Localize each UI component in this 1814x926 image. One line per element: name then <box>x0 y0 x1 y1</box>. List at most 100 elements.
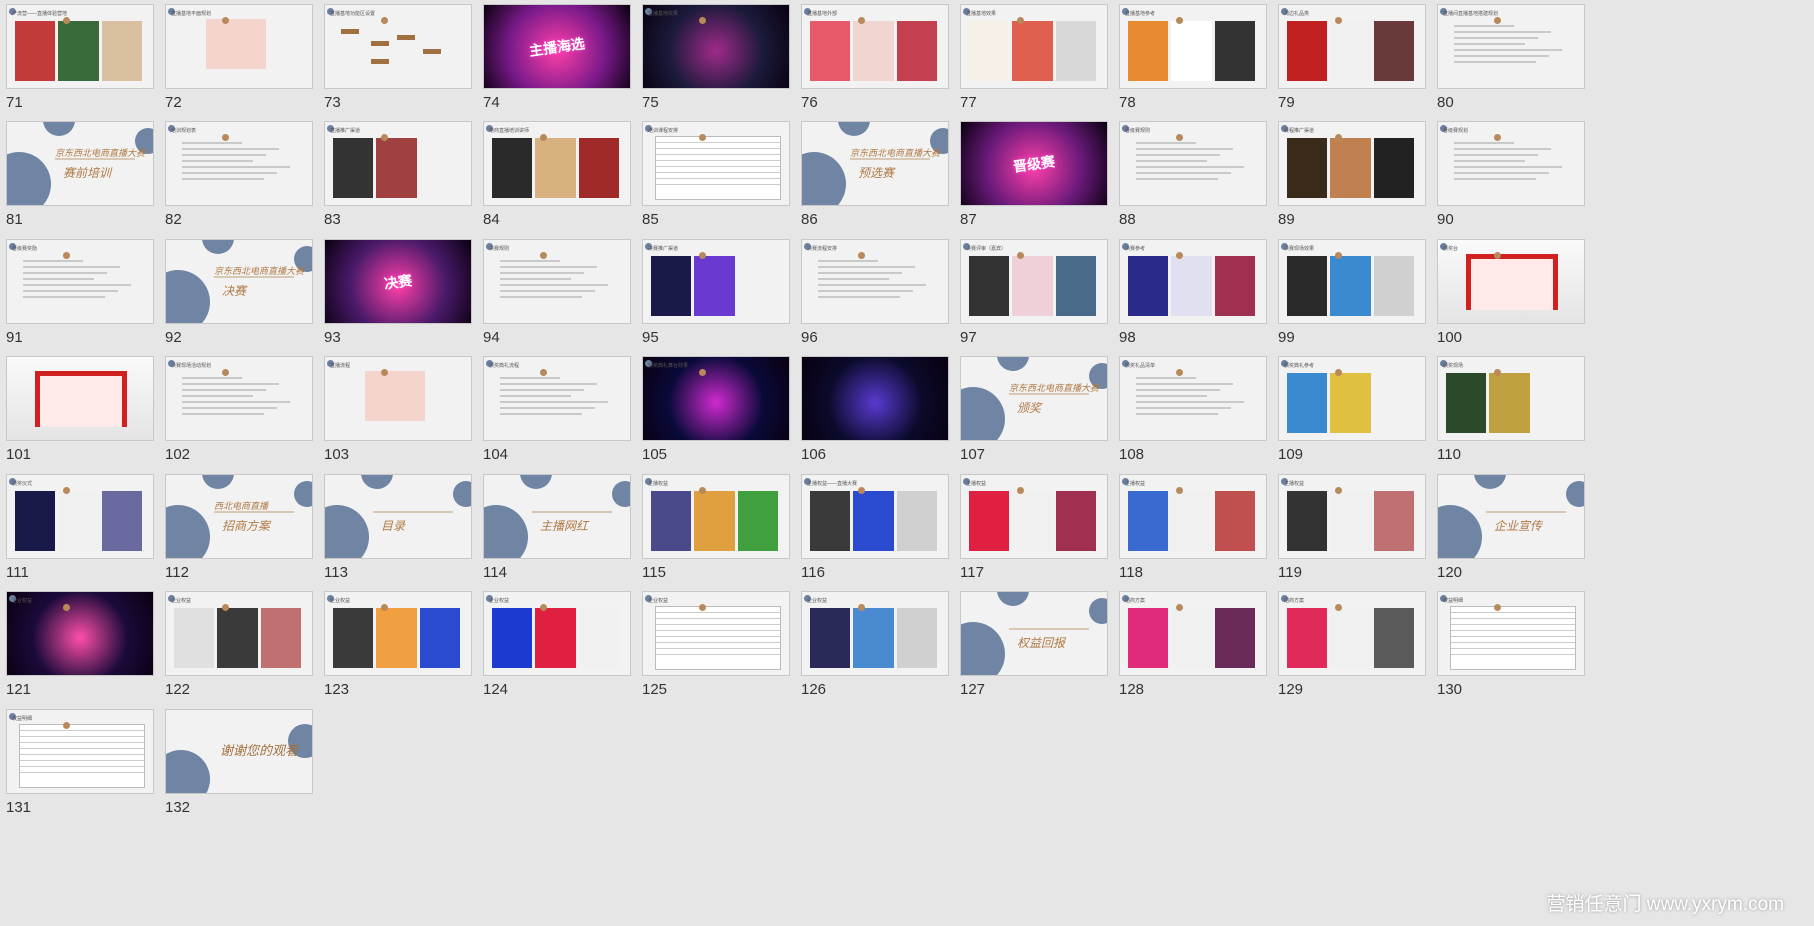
slide-thumbnail[interactable]: 主播网红 <box>483 474 631 559</box>
slide-thumbnail[interactable]: 直播基地外部 <box>801 4 949 89</box>
photo-block <box>737 256 778 316</box>
gold-dot-icon <box>63 722 70 729</box>
slide-cell: 目录 113 <box>318 470 472 585</box>
slide-thumbnail[interactable]: 产流营——直播体验营地 <box>6 4 154 89</box>
photo-block <box>15 491 56 551</box>
slide-thumbnail[interactable]: 晋级赛规则 <box>1119 121 1267 206</box>
watermark-text: 营销任意门 www.yxrym.com <box>1546 894 1784 915</box>
slide-thumbnail[interactable]: 颁奖现场 <box>1437 356 1585 441</box>
text-line <box>1454 37 1538 39</box>
slide-number: 119 <box>1278 564 1302 581</box>
slide-thumbnail[interactable]: 颁奖典礼参考 <box>1278 356 1426 441</box>
slide-thumbnail[interactable]: 京东西北电商直播大赛 决赛 <box>165 239 313 324</box>
slide-thumbnail[interactable]: 颁奖台 <box>1437 239 1585 324</box>
slide-thumbnail[interactable]: 直播推广渠道 <box>324 121 472 206</box>
decor-circle <box>202 240 234 254</box>
slide-thumbnail[interactable]: 企业宣传 <box>1437 474 1585 559</box>
slide-thumbnail[interactable]: 决赛参考 <box>1119 239 1267 324</box>
slide-thumbnail[interactable]: 晋级赛 <box>960 121 1108 206</box>
photo-block <box>578 138 619 198</box>
slide-thumbnail[interactable]: 权益回报 <box>960 591 1108 676</box>
slide-thumbnail[interactable]: 颁奖仪式 <box>6 474 154 559</box>
gold-dot-icon <box>1176 134 1183 141</box>
slide-thumbnail[interactable]: 权益明细 <box>1437 591 1585 676</box>
slide-thumbnail[interactable]: 企业权益 <box>6 591 154 676</box>
photo-block <box>333 608 374 668</box>
slide-thumbnail[interactable]: 主播权益 <box>1278 474 1426 559</box>
photo-block <box>1171 491 1212 551</box>
slide-thumbnail[interactable]: 决赛评审（嘉宾） <box>960 239 1108 324</box>
diagram-box <box>397 35 415 40</box>
slide-thumbnail[interactable]: 京东西北电商直播大赛 颁奖 <box>960 356 1108 441</box>
slide-thumbnail[interactable]: 决赛流程安排 <box>801 239 949 324</box>
slide-thumbnail[interactable]: 权益明细 <box>6 709 154 794</box>
gold-dot-icon <box>1335 17 1342 24</box>
slide-thumbnail[interactable]: 决赛推广渠道 <box>642 239 790 324</box>
slide-thumbnail[interactable]: 企业权益 <box>642 591 790 676</box>
slide-number: 118 <box>1119 564 1143 581</box>
slide-thumbnail[interactable]: 直播基地功能区设置 <box>324 4 472 89</box>
slide-thumbnail[interactable]: 决赛现场效果 <box>1278 239 1426 324</box>
text-line <box>1136 160 1207 162</box>
slide-thumbnail[interactable]: 决赛 <box>324 239 472 324</box>
slide-thumbnail[interactable]: 决赛现场活动规划 <box>165 356 313 441</box>
slide-thumbnail[interactable]: 企业权益 <box>483 591 631 676</box>
photo-block <box>1128 608 1169 668</box>
slide-thumbnail[interactable] <box>801 356 949 441</box>
slide-thumbnail[interactable]: 目录 <box>324 474 472 559</box>
text-line <box>500 296 582 298</box>
text-line <box>1454 148 1551 150</box>
photo-block <box>969 256 1010 316</box>
slide-cell: 主播权益 118 <box>1113 470 1267 585</box>
text-line <box>1136 148 1233 150</box>
slide-thumbnail[interactable]: 电商直播培训讲师 <box>483 121 631 206</box>
slide-thumbnail[interactable]: 直播基地平面规划 <box>165 4 313 89</box>
slide-thumbnail[interactable]: 周边礼品类 <box>1278 4 1426 89</box>
slide-thumbnail[interactable]: 颁奖典礼流程 <box>483 356 631 441</box>
slide-thumbnail[interactable]: 招商方案 <box>1278 591 1426 676</box>
slide-thumbnail[interactable]: 主播权益——直播大赛 <box>801 474 949 559</box>
decor-circle <box>612 481 630 507</box>
slide-header: 赛程推广渠道 <box>1284 128 1315 134</box>
slide-thumbnail[interactable]: 企业权益 <box>324 591 472 676</box>
slide-thumbnail[interactable]: 企业权益 <box>165 591 313 676</box>
photo-block <box>810 608 851 668</box>
slide-thumbnail[interactable]: 企业权益 <box>801 591 949 676</box>
slide-thumbnail[interactable]: 培训课程安排 <box>642 121 790 206</box>
slide-thumbnail[interactable]: 赛程推广渠道 <box>1278 121 1426 206</box>
slide-number: 111 <box>6 564 29 581</box>
slide-title: 招商方案 <box>222 519 271 533</box>
slide-number: 86 <box>801 211 818 228</box>
slide-thumbnail[interactable]: 晋级赛奖励 <box>6 239 154 324</box>
slide-thumbnail[interactable]: 主播权益 <box>960 474 1108 559</box>
slide-thumbnail[interactable]: 直播基地效果 <box>642 4 790 89</box>
slide-thumbnail[interactable]: 主播权益 <box>642 474 790 559</box>
slide-thumbnail[interactable]: 直播流程 <box>324 356 472 441</box>
slide-number: 131 <box>6 799 32 816</box>
slide-thumbnail[interactable]: 决赛规则 <box>483 239 631 324</box>
slide-thumbnail[interactable]: 直播基地效果 <box>960 4 1108 89</box>
slide-thumbnail[interactable]: 主播权益 <box>1119 474 1267 559</box>
decor-circle <box>166 750 210 793</box>
slide-thumbnail[interactable]: 培训规划表 <box>165 121 313 206</box>
slide-thumbnail[interactable]: 直播基地参考 <box>1119 4 1267 89</box>
slide-number: 73 <box>324 94 341 111</box>
slide-thumbnail[interactable]: 西北电商直播 招商方案 <box>165 474 313 559</box>
text-line <box>1454 49 1562 51</box>
slide-thumbnail[interactable]: 直播间直播基地搭建规划 <box>1437 4 1585 89</box>
decor-circle <box>453 481 471 507</box>
slide-thumbnail[interactable]: 京东西北电商直播大赛 赛前培训 <box>6 121 154 206</box>
slide-header: 主播权益——直播大赛 <box>807 481 858 487</box>
slide-thumbnail[interactable]: 招商方案 <box>1119 591 1267 676</box>
slide-thumbnail[interactable]: 晋级赛规划 <box>1437 121 1585 206</box>
slide-thumbnail[interactable]: 京东西北电商直播大赛 预选赛 <box>801 121 949 206</box>
slide-thumbnail[interactable]: 主播海选 <box>483 4 631 89</box>
photo-block <box>376 138 417 198</box>
slide-thumbnail[interactable] <box>6 356 154 441</box>
slide-thumbnail[interactable]: 颁奖礼品清单 <box>1119 356 1267 441</box>
slide-header: 颁奖台 <box>1443 246 1459 252</box>
slide-thumbnail[interactable]: 谢谢您的观看 <box>165 709 313 794</box>
gold-dot-icon <box>699 252 706 259</box>
slide-thumbnail[interactable]: 颁奖典礼舞台效果 <box>642 356 790 441</box>
gold-dot-icon <box>381 134 388 141</box>
